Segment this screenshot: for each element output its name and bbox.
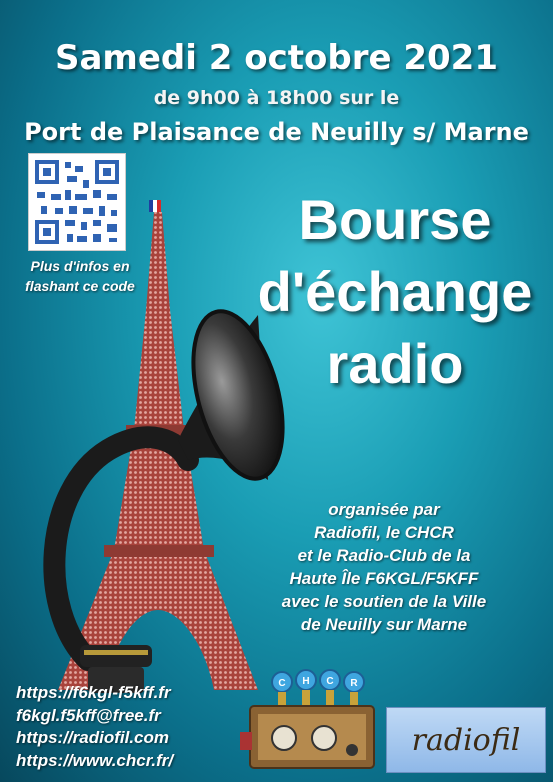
event-place: Port de Plaisance de Neuilly s/ Marne	[24, 118, 529, 146]
event-hours: de 9h00 à 18h00 sur le	[153, 87, 400, 109]
chcr-letter: C	[326, 676, 333, 687]
radiofil-logo-text: radiofil	[411, 722, 521, 758]
vintage-radio-icon: C H C R	[240, 669, 375, 769]
radiofil-logo: radiofil	[386, 707, 546, 773]
email-link[interactable]: f6kgl.f5kff@free.fr	[16, 705, 173, 728]
link-f6kgl[interactable]: https://f6kgl-f5kff.fr	[16, 682, 173, 705]
title-line-1: Bourse	[298, 188, 492, 251]
title-line-3: radio	[326, 332, 464, 395]
chcr-letter: C	[278, 678, 285, 689]
contact-links: https://f6kgl-f5kff.fr f6kgl.f5kff@free.…	[16, 682, 173, 772]
poster: Samedi 2 octobre 2021 de 9h00 à 18h00 su…	[0, 0, 553, 782]
link-chcr[interactable]: https://www.chcr.fr/	[16, 750, 173, 773]
french-flag-icon	[149, 200, 161, 212]
chcr-letter: H	[302, 676, 309, 687]
event-date: Samedi 2 octobre 2021	[55, 38, 498, 78]
organizers: organisée par Radiofil, le CHCR et le Ra…	[281, 500, 487, 634]
chcr-letter: R	[350, 678, 358, 689]
title-line-2: d'échange	[257, 260, 533, 323]
link-radiofil[interactable]: https://radiofil.com	[16, 727, 173, 750]
